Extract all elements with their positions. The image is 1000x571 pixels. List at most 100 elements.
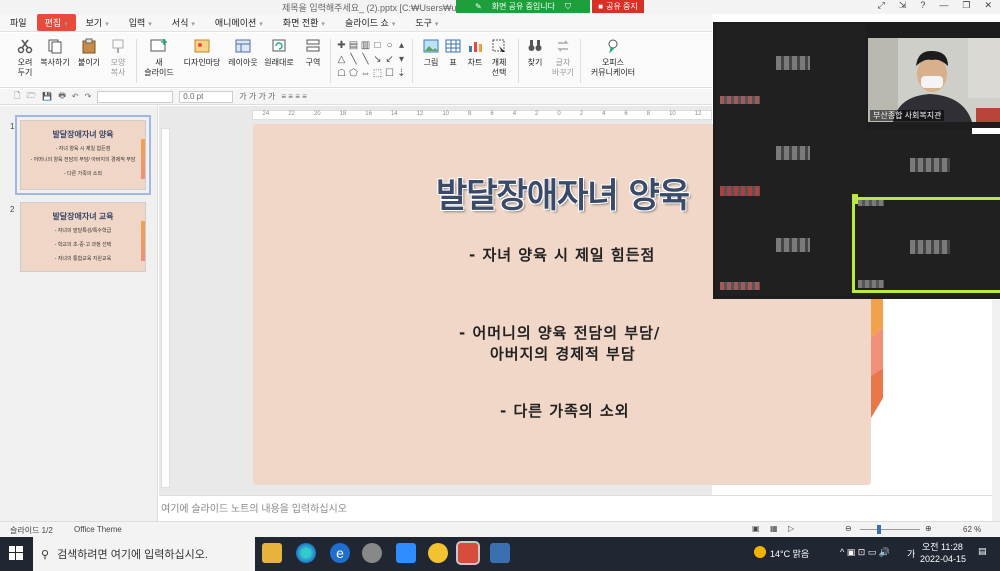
menu-tools[interactable]: 도구 ▾ <box>405 16 448 29</box>
office-communicator-button[interactable]: 오피스 커뮤니케이터 <box>590 37 636 78</box>
weather-text[interactable]: 14°C 맑음 <box>770 547 809 560</box>
ruler-tick: 10 <box>442 111 449 117</box>
cut-button[interactable]: 오려 두기 <box>8 37 42 78</box>
help-icon[interactable]: ? <box>920 0 925 11</box>
replace-button[interactable]: 글자 바꾸기 <box>546 37 580 78</box>
save-icon[interactable]: 💾 <box>42 92 52 101</box>
new-slide-label: 새 슬라이드 <box>144 58 174 77</box>
clock-date[interactable]: 2022-04-15 <box>920 554 966 564</box>
tray-icons[interactable]: ^ ▣ ⊡ ▭ 🔊 <box>840 547 890 558</box>
app-icon[interactable] <box>362 543 382 563</box>
normal-view-icon[interactable]: ▣ <box>752 524 760 533</box>
hancom-show-icon[interactable] <box>456 541 480 565</box>
design-button[interactable]: 디자인마당 <box>182 37 222 68</box>
rectangle-shape-icon[interactable]: □ <box>372 40 383 53</box>
zoom-app-icon[interactable] <box>396 543 416 563</box>
callout-shape-icon[interactable]: ☐ <box>384 68 395 81</box>
vertical-textbox-icon[interactable]: ▥ <box>360 40 371 53</box>
slide-bullet[interactable]: - 다른 가족의 소외 <box>500 400 630 421</box>
slideshow-view-icon[interactable]: ▷ <box>788 524 794 533</box>
hancom-word-icon[interactable] <box>490 543 510 563</box>
menu-insert[interactable]: 입력 ▾ <box>119 16 162 29</box>
format-copy-button[interactable]: 모양 복사 <box>101 37 135 78</box>
slide-title[interactable]: 발달장애자녀 양육 <box>436 168 690 217</box>
undo-icon[interactable]: ↶ <box>72 92 79 101</box>
ribbon-separator <box>580 39 581 83</box>
notification-icon[interactable]: ▤ <box>978 546 987 557</box>
communicator-icon <box>604 37 622 55</box>
restore-icon[interactable]: ⇲ <box>899 0 907 11</box>
text-style-icons[interactable]: 가 가 가 가 <box>239 91 275 102</box>
reset-button[interactable]: 원래대로 <box>262 37 296 68</box>
triangle-shape-icon[interactable]: △ <box>336 54 347 67</box>
double-arrow-shape-icon[interactable]: ↙ <box>384 54 395 67</box>
file-explorer-icon[interactable] <box>262 543 282 563</box>
copy-button[interactable]: 복사하기 <box>38 37 72 68</box>
shapes-gallery[interactable]: ✚ ▤ ▥ □ ○ ▴ △ ╲ ╲ ↘ ↙ ▾ ☖ ⬠ ⇔ ⬚ ☐ ⇣ <box>336 40 408 82</box>
arrow-shape-icon[interactable]: ↘ <box>372 54 383 67</box>
menu-file[interactable]: 파일 <box>0 16 37 29</box>
slide-bullet[interactable]: - 자녀 양육 시 제일 힘든점 <box>469 244 655 265</box>
menu-insert-label: 입력 <box>128 18 146 28</box>
menu-edit[interactable]: 편집 ▾ <box>36 14 76 31</box>
pencil-icon[interactable]: ✎ <box>475 2 482 11</box>
ime-indicator[interactable]: 가 <box>907 547 915 560</box>
pentagon-shape-icon[interactable]: ⬠ <box>348 68 359 81</box>
select-object-button[interactable]: 개체 선택 <box>482 37 516 78</box>
zoom-level[interactable]: 62 % <box>963 525 981 534</box>
ruler-tick: 14 <box>390 111 398 117</box>
internet-explorer-icon[interactable]: e <box>330 543 350 563</box>
scroll-down-icon[interactable]: ▾ <box>396 54 407 67</box>
close-icon[interactable]: ✕ <box>984 0 992 11</box>
menu-view[interactable]: 보기 ▾ <box>76 16 119 29</box>
minimize-icon[interactable]: — <box>939 0 948 11</box>
menu-slideshow[interactable]: 슬라이드 쇼 ▾ <box>335 16 405 29</box>
window-title: 제목을 입력해주세요_ (2).pptx [C:₩Users₩u <box>282 3 457 13</box>
font-name-input[interactable] <box>97 90 174 103</box>
open-folder-icon[interactable]: 🗁 <box>26 90 36 104</box>
maximize-icon[interactable]: ❐ <box>962 0 970 11</box>
fullscreen-icon[interactable]: ⤢ <box>878 0 885 11</box>
clock-time[interactable]: 오전 11:28 <box>922 540 963 553</box>
messenger-icon[interactable] <box>428 543 448 563</box>
redo-icon[interactable]: ↷ <box>85 92 92 101</box>
layout-button[interactable]: 레이아웃 <box>226 37 260 68</box>
taskbar-search-box[interactable]: ⚲ 검색하려면 여기에 입력하십시오. <box>33 537 255 571</box>
slide-thumbnail-2[interactable]: 발달장애자녀 교육 - 자녀의 발달특성/특수학급 - 학교의 초·중·고 과정… <box>20 202 146 272</box>
ellipse-shape-icon[interactable]: ○ <box>384 40 395 53</box>
cross-shape-icon[interactable]: ✚ <box>336 40 347 53</box>
vertical-scrollbar[interactable] <box>992 300 1000 521</box>
freeform-shape-icon[interactable]: ☖ <box>336 68 347 81</box>
scroll-up-icon[interactable]: ▴ <box>396 40 407 53</box>
reset-icon <box>270 37 288 55</box>
line2-shape-icon[interactable]: ╲ <box>360 54 371 67</box>
menu-transition[interactable]: 화면 전환 ▾ <box>273 16 335 29</box>
cube-shape-icon[interactable]: ⬚ <box>372 68 383 81</box>
font-size-input[interactable]: 0.0 pt <box>179 90 234 103</box>
zoom-in-icon[interactable]: ⊕ <box>925 524 932 533</box>
section-button[interactable]: 구역 <box>296 37 330 68</box>
align-icons[interactable]: ≡ ≡ ≡ ≡ <box>281 92 306 101</box>
windows-start-icon[interactable] <box>9 546 23 563</box>
slide-thumbnail-1[interactable]: 발달장애자녀 양육 - 자녀 양육 시 제일 힘든점 - 어머니의 양육 전담의… <box>15 115 151 195</box>
stop-share-button[interactable]: ■ 공유 중지 <box>592 0 644 13</box>
zoom-slider-thumb[interactable] <box>877 525 881 534</box>
edge-browser-icon[interactable] <box>296 543 316 563</box>
ruler-tick: 0 <box>557 111 561 117</box>
more-shapes-icon[interactable]: ⇣ <box>396 68 407 81</box>
arrows-shape-icon[interactable]: ⇔ <box>360 68 371 81</box>
print-icon[interactable]: 🖶 <box>58 90 66 104</box>
textbox-shape-icon[interactable]: ▤ <box>348 40 359 53</box>
sorter-view-icon[interactable]: ▦ <box>770 524 778 533</box>
new-slide-button[interactable]: 새 슬라이드 <box>142 37 176 78</box>
slide-bullet[interactable]: - 어머니의 양육 전담의 부담/ <box>459 322 660 343</box>
zoom-out-icon[interactable]: ⊖ <box>845 524 852 533</box>
chevron-down-icon: ▾ <box>64 21 68 28</box>
slide-bullet[interactable]: 아버지의 경제적 부담 <box>490 343 636 364</box>
line-shape-icon[interactable]: ╲ <box>348 54 359 67</box>
new-doc-icon[interactable]: 🗋 <box>14 90 20 104</box>
menu-animation[interactable]: 애니메이션 ▾ <box>205 16 273 29</box>
ruler-tick: 2 <box>535 111 539 117</box>
menu-format[interactable]: 서식 ▾ <box>162 16 205 29</box>
zoom-slider[interactable] <box>860 529 920 530</box>
